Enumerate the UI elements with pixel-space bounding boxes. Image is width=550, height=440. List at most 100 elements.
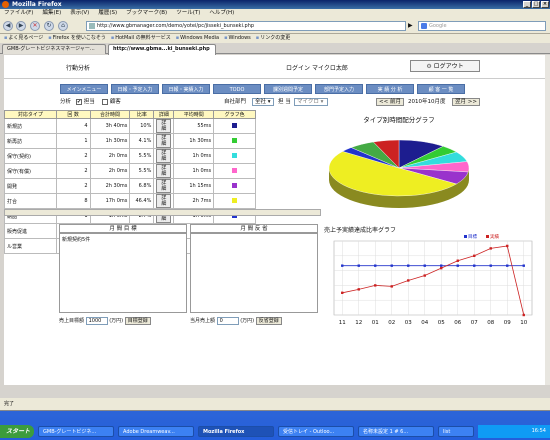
detail-button[interactable]: 詳細	[156, 164, 172, 178]
staff-select[interactable]: マイクロ ▾	[294, 98, 328, 106]
start-button[interactable]: スタート	[0, 425, 34, 438]
detail-button[interactable]: 詳細	[156, 149, 172, 163]
period-label: 2010年10月度	[408, 99, 446, 105]
review-register-button[interactable]: 反省登録	[255, 316, 282, 325]
customer-list-button[interactable]: 顧 客 一 覧	[417, 84, 465, 94]
data-point	[390, 285, 393, 288]
data-point	[489, 264, 492, 267]
tab-analysis[interactable]: http://www.gbma...ki_bunseki.php	[108, 44, 216, 55]
back-icon[interactable]: ◀	[3, 21, 13, 31]
data-point	[506, 244, 509, 248]
kokyaku-checkbox[interactable]: 顧客	[102, 97, 121, 107]
cell-total: 2h 30ms	[89, 178, 131, 194]
cell-count: 4	[55, 118, 91, 134]
tantou-checkbox[interactable]: ✔ 担当	[76, 97, 95, 107]
taskbar-item[interactable]: Adobe Dreamweav...	[118, 426, 194, 437]
next-month-button[interactable]: 翌月 >>	[452, 98, 480, 106]
result-analysis-button[interactable]: 実 績 分 析	[366, 84, 414, 94]
color-swatch	[232, 153, 238, 158]
menu-edit[interactable]: 編集(E)	[42, 9, 61, 18]
todo-button[interactable]: TODO	[213, 84, 261, 94]
input-value: 1000	[88, 317, 102, 324]
detail-button[interactable]: 詳細	[156, 134, 172, 148]
menu-help[interactable]: ヘルプ(H)	[209, 9, 234, 18]
site-favicon	[89, 23, 95, 29]
legend-label: 実績	[490, 233, 499, 240]
filter-controls: 分析 ✔ 担当 顧客 自社部門 全社 ▾ 担 当 マイクロ ▾ << 前月 20…	[4, 97, 545, 107]
dept-select[interactable]: 全社 ▾	[252, 98, 274, 106]
x-tick-label: 04	[421, 320, 428, 326]
logout-button[interactable]: ⚙ ログアウト	[410, 60, 480, 72]
daily-result-button[interactable]: 日報・実績入力	[162, 84, 210, 94]
cell-type: 新再訪	[4, 133, 57, 149]
daily-plan-button[interactable]: 日報・予定入力	[111, 84, 159, 94]
sales-form-row: 当月売上額 0 (万円) 反省登録	[190, 316, 320, 327]
bookmark-item[interactable]: Windows Media	[176, 34, 219, 43]
vertical-scrollbar[interactable]	[545, 55, 550, 385]
minimize-button[interactable]: _	[523, 1, 531, 8]
cell-total: 17h 0ms	[89, 193, 131, 209]
x-tick-label: 02	[388, 320, 395, 326]
bookmarks-bar: よく見るページ Firefox を使いこなそう HotMail の無料サービス …	[0, 34, 550, 43]
detail-button[interactable]: 詳細	[156, 179, 172, 193]
page-header: 行動分析 ログイン マイクロ太郎 ⚙ ログアウト	[4, 55, 545, 79]
cell-avg: 1h 30ms	[173, 133, 215, 149]
cell-avg: 1h 0ms	[173, 163, 215, 179]
target-sales-label: 売上目標額	[59, 318, 85, 324]
taskbar-item[interactable]: Mozilla Firefox	[198, 426, 274, 437]
firefox-icon	[2, 1, 9, 8]
maximize-button[interactable]: □	[532, 1, 540, 8]
col-detail: 詳細	[153, 110, 175, 119]
review-textarea[interactable]	[190, 233, 318, 313]
menu-tools[interactable]: ツール(T)	[176, 9, 200, 18]
cell-type: ル営業	[4, 238, 57, 254]
close-button[interactable]: ×	[541, 1, 549, 8]
taskbar-item[interactable]: list	[438, 426, 474, 437]
cell-detail: 詳細	[153, 163, 175, 179]
unit-label: (万円)	[240, 318, 255, 324]
color-swatch	[232, 123, 238, 128]
bookmark-item[interactable]: よく見るページ	[4, 34, 43, 43]
goal-textarea[interactable]: 新規契約5件	[59, 233, 187, 313]
stop-icon[interactable]: ✕	[30, 21, 40, 31]
tab-gmb[interactable]: GMB-グレートビジネスマネージャー...	[2, 44, 106, 54]
monthly-panels: 月 間 目 標 新規契約5件 月 間 反 省 売上目標額 1000 (万円) 目…	[59, 224, 320, 327]
weekly-plan-button[interactable]: 課別週間予定	[264, 84, 312, 94]
menu-bookmarks[interactable]: ブックマーク(B)	[126, 9, 167, 18]
menu-file[interactable]: ファイル(F)	[4, 9, 33, 18]
data-point	[440, 266, 443, 270]
bookmark-item[interactable]: リンクの変更	[256, 34, 290, 43]
bookmark-item[interactable]: Windows	[224, 34, 250, 43]
home-icon[interactable]: ⌂	[58, 21, 68, 31]
cell-avg: 2h 7ms	[173, 193, 215, 209]
cell-ratio: 4.1%	[129, 133, 155, 149]
checkbox-label: 顧客	[109, 99, 121, 105]
menu-view[interactable]: 表示(V)	[70, 9, 89, 18]
taskbar-item[interactable]: GMB-グレートビジネ...	[38, 426, 114, 437]
taskbar-item[interactable]: 受信トレイ - Outloo...	[278, 426, 354, 437]
status-text: 完了	[4, 401, 15, 407]
detail-button[interactable]: 詳細	[156, 119, 172, 133]
menu-history[interactable]: 履歴(S)	[98, 9, 117, 18]
search-input[interactable]: Google	[418, 21, 546, 31]
url-bar[interactable]: http://www.gbmanager.com/demo/yotei/pc/j…	[86, 21, 406, 31]
month-sales-input[interactable]: 0	[216, 316, 239, 325]
main-menu-button[interactable]: メインメニュー	[60, 84, 108, 94]
bookmark-item[interactable]: HotMail の無料サービス	[111, 34, 171, 43]
forward-icon[interactable]: ▶	[16, 21, 26, 31]
plot-area	[333, 240, 533, 316]
menu-bar: ファイル(F) 編集(E) 表示(V) 履歴(S) ブックマーク(B) ツール(…	[0, 9, 550, 18]
taskbar-item[interactable]: 名称未設定 1 # 6...	[358, 426, 434, 437]
pie-title: タイプ別時間配分グラフ	[363, 116, 435, 124]
reload-icon[interactable]: ↻	[44, 21, 54, 31]
target-sales-input[interactable]: 1000	[85, 316, 108, 325]
horizontal-scrollbar[interactable]	[4, 209, 321, 216]
detail-button[interactable]: 詳細	[156, 194, 172, 208]
data-point	[473, 264, 476, 267]
go-icon[interactable]: ▶	[408, 22, 413, 29]
goal-register-button[interactable]: 目標登録	[124, 316, 151, 325]
bookmark-item[interactable]: Firefox を使いこなそう	[48, 34, 106, 43]
dept-plan-button[interactable]: 部門予定入力	[315, 84, 363, 94]
prev-month-button[interactable]: << 前月	[376, 98, 404, 106]
data-point	[341, 291, 344, 294]
